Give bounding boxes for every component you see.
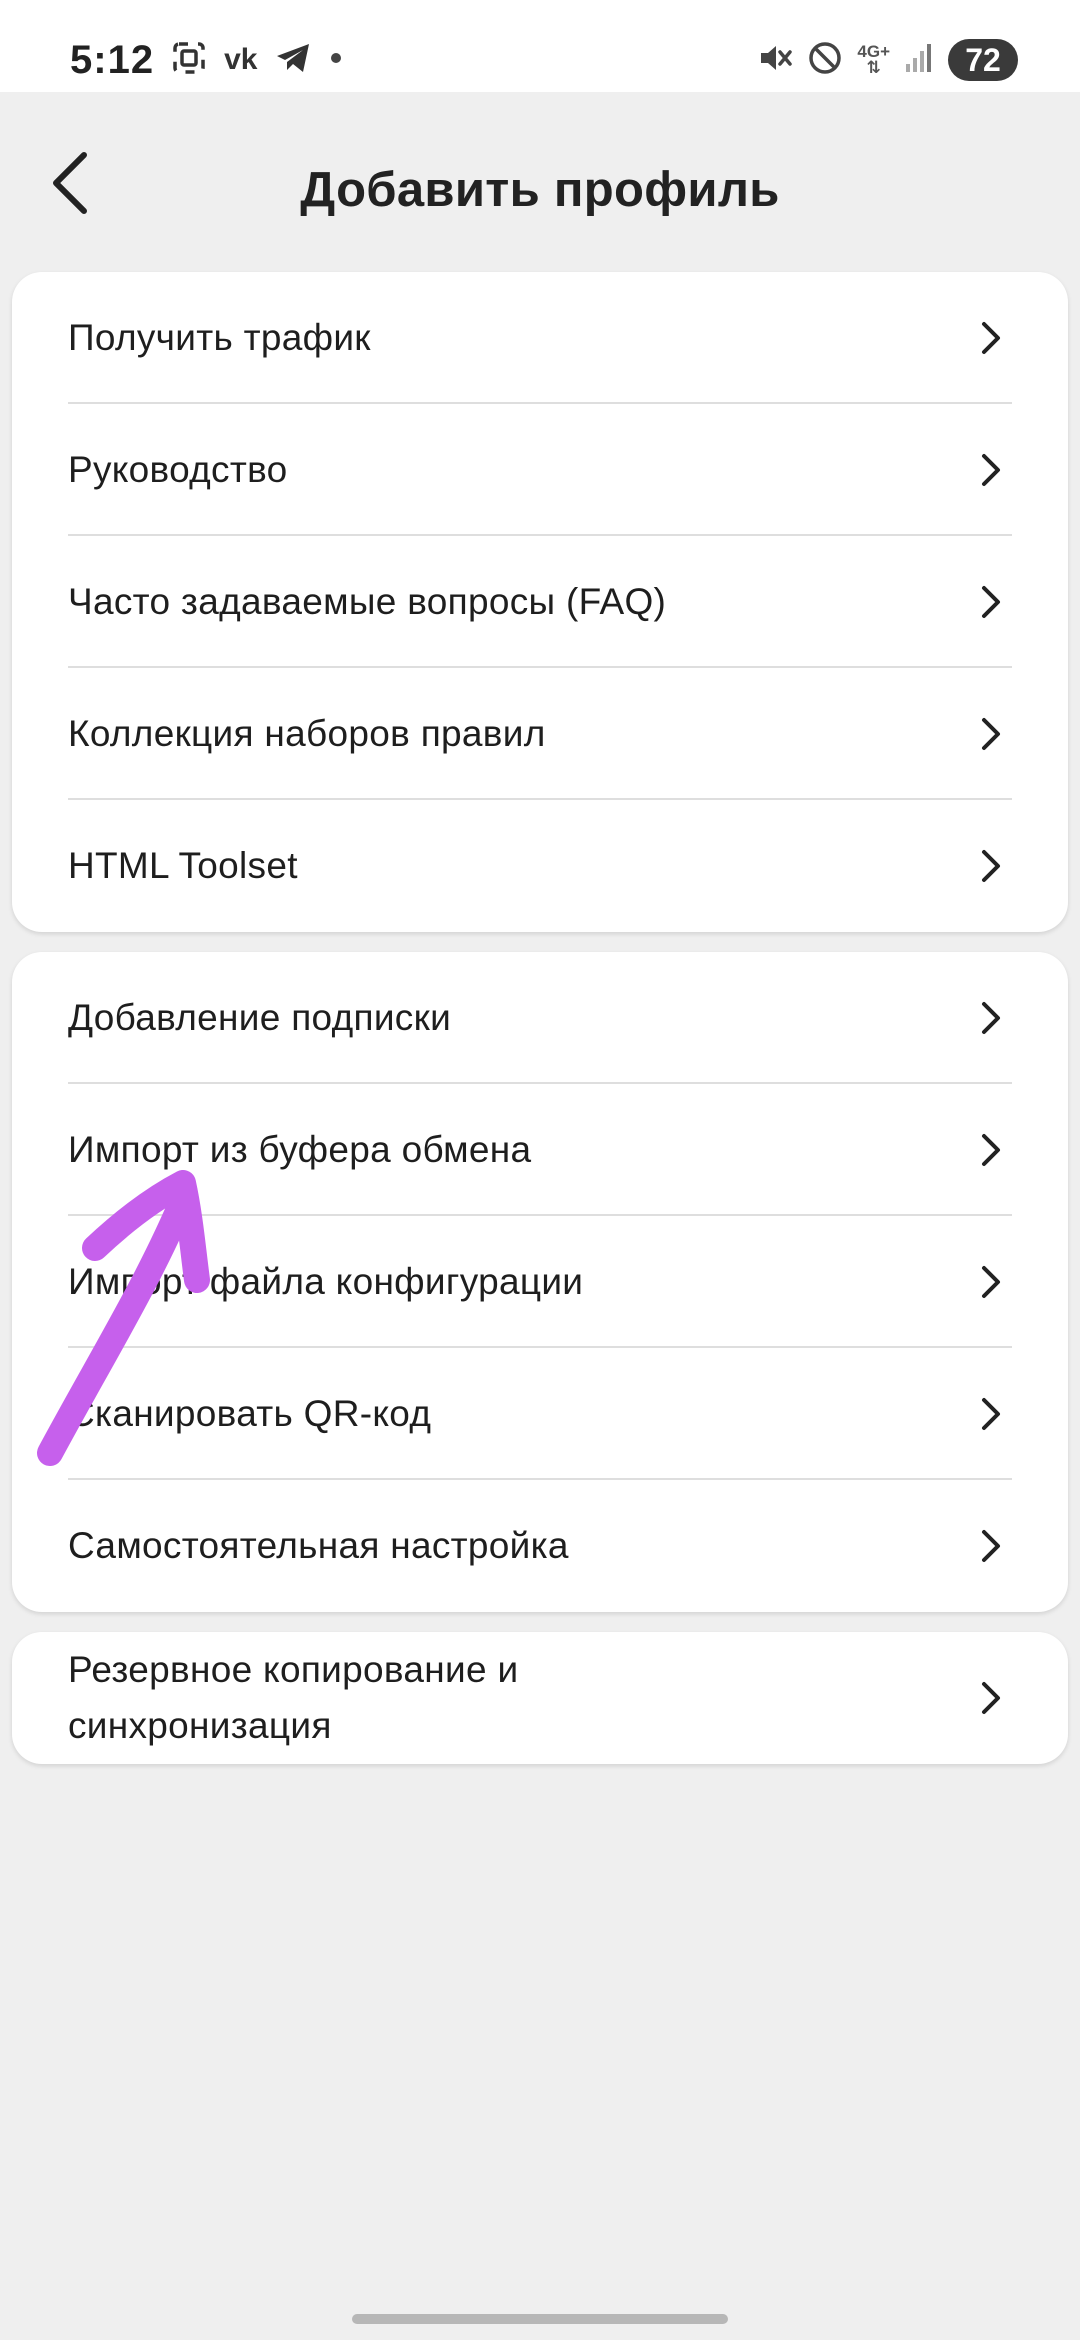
menu-group-1: Получить трафик Руководство Часто задава… (12, 272, 1068, 932)
chevron-right-icon (982, 1134, 1000, 1166)
notification-dot-icon (329, 51, 343, 70)
menu-group-3: Резервное копирование и синхронизация (12, 1632, 1068, 1764)
chevron-right-icon (982, 322, 1000, 354)
menu-group-2: Добавление подписки Импорт из буфера обм… (12, 952, 1068, 1612)
app-header: Добавить профиль (0, 92, 1080, 272)
chevron-right-icon (982, 718, 1000, 750)
menu-item-label: Добавление подписки (68, 997, 452, 1038)
menu-item-label: Получить трафик (68, 317, 371, 358)
menu-item-html-toolset[interactable]: HTML Toolset (12, 800, 1068, 932)
status-right: 4G+ ⇅ 72 (757, 36, 1018, 84)
menu-item-label: Самостоятельная настройка (68, 1525, 569, 1566)
home-indicator[interactable] (352, 2314, 728, 2324)
menu-item-faq[interactable]: Часто задаваемые вопросы (FAQ) (12, 536, 1068, 668)
menu-item-manual-setup[interactable]: Самостоятельная настройка (12, 1480, 1068, 1612)
vk-icon: vk (224, 43, 258, 76)
chevron-right-icon (982, 1398, 1000, 1430)
network-type: 4G+ ⇅ (857, 42, 890, 77)
status-bar: 5:12 vk 4G+ ⇅ 72 (0, 0, 1080, 92)
chevron-right-icon (982, 1682, 1000, 1714)
status-left: 5:12 vk (70, 30, 343, 90)
menu-item-add-subscription[interactable]: Добавление подписки (12, 952, 1068, 1084)
menu-item-label: Импорт из буфера обмена (68, 1129, 532, 1170)
menu-item-label: Импорт файла конфигурации (68, 1261, 584, 1302)
menu-item-guide[interactable]: Руководство (12, 404, 1068, 536)
menu-item-backup-sync[interactable]: Резервное копирование и синхронизация (12, 1632, 1068, 1764)
menu-item-get-traffic[interactable]: Получить трафик (12, 272, 1068, 404)
mute-icon (757, 40, 793, 81)
menu-item-scan-qr[interactable]: Сканировать QR-код (12, 1348, 1068, 1480)
chevron-right-icon (982, 1266, 1000, 1298)
menu-item-label: HTML Toolset (68, 845, 298, 886)
menu-item-rulesets[interactable]: Коллекция наборов правил (12, 668, 1068, 800)
chevron-right-icon (982, 586, 1000, 618)
telegram-icon (275, 42, 311, 79)
chevron-right-icon (982, 1002, 1000, 1034)
menu-item-import-clipboard[interactable]: Импорт из буфера обмена (12, 1084, 1068, 1216)
chevron-right-icon (982, 454, 1000, 486)
menu-item-label: Резервное копирование и синхронизация (68, 1649, 519, 1746)
menu-item-label: Часто задаваемые вопросы (FAQ) (68, 581, 667, 622)
signal-icon (904, 42, 934, 79)
menu-item-label: Коллекция наборов правил (68, 713, 546, 754)
chevron-right-icon (982, 850, 1000, 882)
status-time: 5:12 (70, 37, 155, 82)
chevron-right-icon (982, 1530, 1000, 1562)
do-not-disturb-icon (807, 40, 843, 81)
menu-item-import-config-file[interactable]: Импорт файла конфигурации (12, 1216, 1068, 1348)
menu-item-label: Руководство (68, 449, 288, 490)
battery-indicator: 72 (948, 39, 1018, 81)
menu-item-label: Сканировать QR-код (68, 1393, 432, 1434)
page-title: Добавить профиль (300, 163, 780, 217)
screenshot-icon (172, 41, 206, 80)
